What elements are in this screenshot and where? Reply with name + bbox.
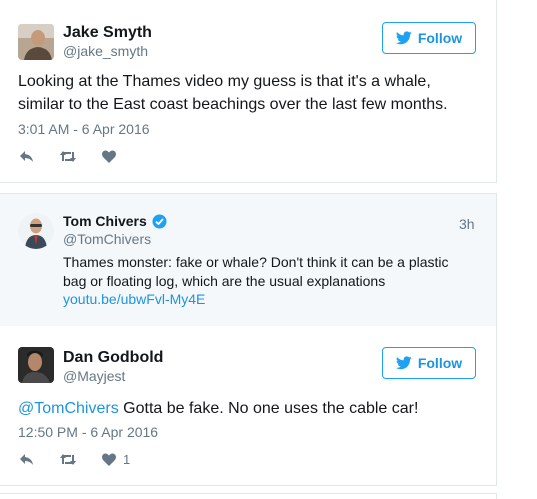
follow-button-jake[interactable]: Follow xyxy=(382,22,476,54)
mention-link[interactable]: @TomChivers xyxy=(18,400,119,417)
quoted-text-line2: bag or floating log, which are the usual… xyxy=(63,273,386,289)
avatar-dan-godbold[interactable] xyxy=(18,347,54,383)
quoted-author-handle[interactable]: @TomChivers xyxy=(63,231,151,247)
next-tweet-edge xyxy=(0,493,497,499)
retweet-icon xyxy=(60,454,76,465)
follow-label: Follow xyxy=(417,30,463,46)
retweet-icon xyxy=(60,151,76,162)
tweet-text-line1: Looking at the Thames video my guess is … xyxy=(18,73,431,90)
quoted-author-name[interactable]: Tom Chivers xyxy=(63,213,167,229)
heart-icon xyxy=(102,150,116,163)
tweet-author-handle[interactable]: @Mayjest xyxy=(63,368,125,384)
quoted-time[interactable]: 3h xyxy=(459,216,475,232)
quoted-text: Thames monster: fake or whale? Don't thi… xyxy=(63,253,473,291)
tweet-timestamp[interactable]: 12:50 PM - 6 Apr 2016 xyxy=(18,424,158,440)
quoted-text-line1: Thames monster: fake or whale? Don't thi… xyxy=(63,254,449,270)
tweet-timestamp[interactable]: 3:01 AM - 6 Apr 2016 xyxy=(18,121,150,137)
quoted-author-name-text: Tom Chivers xyxy=(63,213,147,229)
retweet-button[interactable] xyxy=(59,452,77,467)
like-count: 1 xyxy=(123,452,131,467)
verified-badge-icon xyxy=(152,214,167,228)
reply-button[interactable] xyxy=(19,149,35,164)
tweet-author-name[interactable]: Dan Godbold xyxy=(63,349,163,367)
tweet-text: @TomChivers Gotta be fake. No one uses t… xyxy=(18,398,418,420)
tweet-text-line2: similar to the East coast beachings over… xyxy=(18,96,448,113)
reply-button[interactable] xyxy=(19,452,35,467)
avatar-jake-smyth[interactable] xyxy=(18,24,54,60)
tweet-text-rest: Gotta be fake. No one uses the cable car… xyxy=(118,400,419,417)
avatar-tom-chivers[interactable] xyxy=(18,213,54,249)
like-button[interactable]: 1 xyxy=(101,452,130,467)
twitter-bird-icon xyxy=(395,356,412,370)
like-button[interactable] xyxy=(101,149,117,164)
twitter-bird-icon xyxy=(395,31,412,45)
tweet-actions xyxy=(19,149,141,164)
tweet-author-handle[interactable]: @jake_smyth xyxy=(63,43,148,59)
retweet-button[interactable] xyxy=(59,149,77,164)
heart-icon xyxy=(102,453,116,466)
quoted-link[interactable]: youtu.be/ubwFvl-My4E xyxy=(63,291,205,307)
reply-icon xyxy=(20,454,33,465)
follow-label: Follow xyxy=(417,355,463,371)
tweet-author-name[interactable]: Jake Smyth xyxy=(63,24,152,42)
reply-icon xyxy=(20,151,33,162)
tweet-actions: 1 xyxy=(19,452,154,467)
follow-button-dan[interactable]: Follow xyxy=(382,347,476,379)
